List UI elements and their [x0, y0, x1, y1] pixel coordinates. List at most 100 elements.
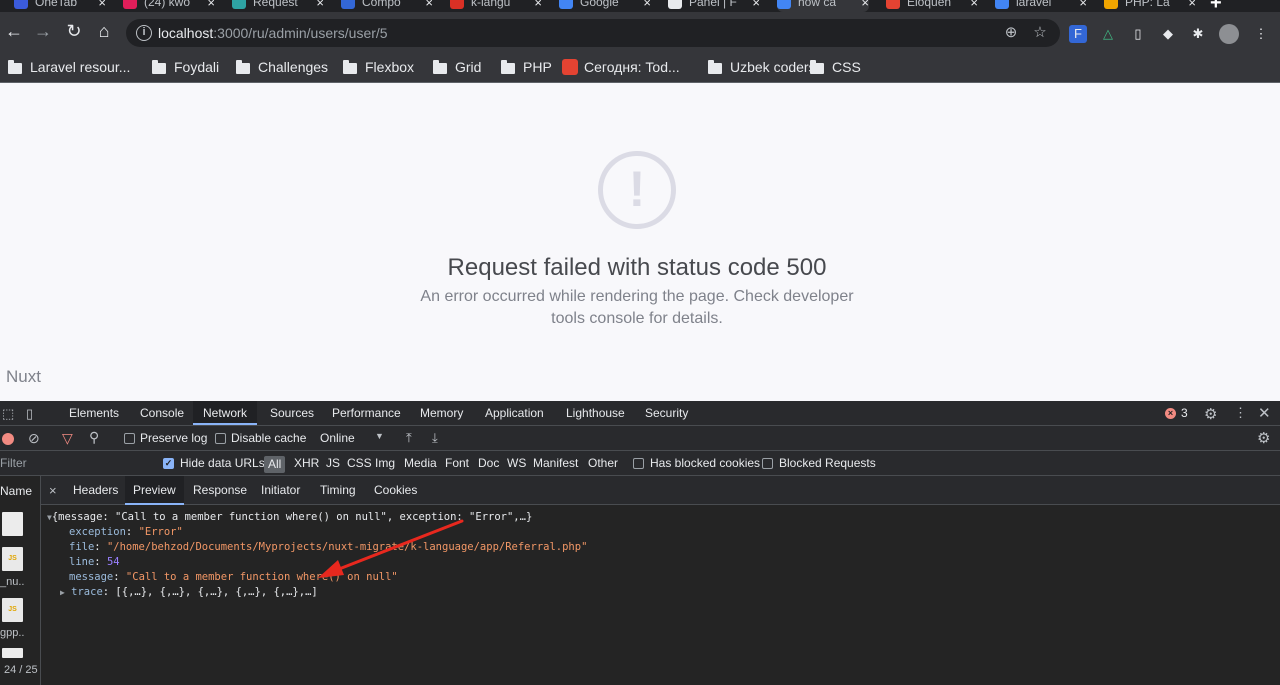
- devtools-tab-elements[interactable]: Elements: [69, 401, 119, 425]
- devtools-tab-memory[interactable]: Memory: [420, 401, 463, 425]
- gem-extension-icon[interactable]: ◆: [1159, 25, 1177, 43]
- devtools-tab-console[interactable]: Console: [140, 401, 184, 425]
- clear-icon[interactable]: ⊘: [28, 430, 40, 447]
- bookmark-item[interactable]: Сегодня: Tod...: [562, 57, 680, 77]
- tab-close-icon[interactable]: ×: [316, 0, 324, 10]
- browser-tab[interactable]: PHP: La ×: [1104, 0, 1196, 12]
- devtools-settings-icon[interactable]: ⚙: [1204, 405, 1217, 423]
- address-bar[interactable]: i localhost:3000/ru/admin/users/user/5 ⊕…: [126, 19, 1060, 47]
- tab-close-icon[interactable]: ×: [425, 0, 433, 10]
- vue-devtools-icon[interactable]: △: [1099, 25, 1117, 43]
- throttle-select[interactable]: Online: [320, 431, 355, 445]
- tab-close-icon[interactable]: ×: [1188, 0, 1196, 10]
- tab-close-icon[interactable]: ×: [534, 0, 542, 10]
- error-counter[interactable]: × 3: [1165, 406, 1188, 420]
- inspect-element-icon[interactable]: ⬚: [2, 406, 14, 422]
- bookmark-item[interactable]: Challenges: [236, 57, 328, 77]
- chevron-down-icon[interactable]: ▼: [375, 431, 384, 441]
- devtools-tab-performance[interactable]: Performance: [332, 401, 401, 425]
- home-icon[interactable]: ⌂: [93, 20, 115, 42]
- type-filter-manifest[interactable]: Manifest: [533, 456, 578, 470]
- back-icon[interactable]: ←: [3, 20, 25, 42]
- detail-tab-timing[interactable]: Timing: [320, 476, 356, 505]
- filter-funnel-icon[interactable]: ▽: [62, 430, 73, 447]
- request-name[interactable]: _nu..: [0, 576, 40, 588]
- type-filter-font[interactable]: Font: [445, 456, 469, 470]
- reload-icon[interactable]: ↻: [63, 20, 85, 42]
- browser-tab[interactable]: how ca ×: [777, 0, 869, 12]
- detail-tab-preview[interactable]: Preview: [125, 476, 184, 505]
- js-file-icon[interactable]: JS: [2, 598, 23, 622]
- network-settings-icon[interactable]: ⚙: [1257, 429, 1270, 447]
- type-filter-all[interactable]: All: [264, 456, 286, 473]
- device-toolbar-icon[interactable]: ▯: [26, 406, 33, 422]
- browser-tab[interactable]: Panel | F ×: [668, 0, 760, 12]
- close-detail-icon[interactable]: ×: [49, 476, 57, 505]
- json-row-trace[interactable]: ▶ trace: [{,…}, {,…}, {,…}, {,…}, {,…},……: [60, 586, 318, 598]
- devtools-tab-sources[interactable]: Sources: [270, 401, 314, 425]
- document-file-icon[interactable]: [2, 648, 23, 658]
- zoom-icon[interactable]: ⊕: [1002, 24, 1020, 42]
- type-filter-js[interactable]: JS: [326, 456, 340, 470]
- disable-cache-checkbox[interactable]: [215, 433, 226, 444]
- expand-triangle-icon[interactable]: ▶: [60, 588, 65, 597]
- type-filter-doc[interactable]: Doc: [478, 456, 499, 470]
- bookmark-item[interactable]: Foydali: [152, 57, 219, 77]
- browser-tab[interactable]: OneTab ×: [14, 0, 106, 12]
- type-filter-media[interactable]: Media: [404, 456, 437, 470]
- js-file-icon[interactable]: JS: [2, 547, 23, 571]
- detail-tab-initiator[interactable]: Initiator: [261, 476, 300, 505]
- browser-tab[interactable]: laravel ×: [995, 0, 1087, 12]
- type-filter-css[interactable]: CSS: [347, 456, 372, 470]
- forward-icon[interactable]: →: [32, 20, 54, 42]
- extension-icon-1[interactable]: F: [1069, 25, 1087, 43]
- site-info-icon[interactable]: i: [136, 25, 152, 41]
- json-root-row[interactable]: ▼{message: "Call to a member function wh…: [47, 511, 532, 523]
- bookmark-star-icon[interactable]: ☆: [1031, 24, 1049, 42]
- devtools-tab-security[interactable]: Security: [645, 401, 688, 425]
- devtools-more-icon[interactable]: ⋮: [1234, 405, 1247, 421]
- blocked-requests-checkbox[interactable]: [762, 458, 773, 469]
- tab-close-icon[interactable]: ×: [98, 0, 106, 10]
- devtools-tab-network[interactable]: Network: [193, 401, 258, 425]
- type-filter-ws[interactable]: WS: [507, 456, 526, 470]
- record-icon[interactable]: [2, 433, 14, 445]
- has-blocked-cookies-checkbox[interactable]: [633, 458, 644, 469]
- search-icon[interactable]: ⚲: [89, 429, 99, 446]
- type-filter-xhr[interactable]: XHR: [294, 456, 319, 470]
- bookmark-item[interactable]: Uzbek coders: [708, 57, 816, 77]
- hide-data-urls-checkbox[interactable]: ✓: [163, 458, 174, 469]
- bookmark-item[interactable]: Grid: [433, 57, 481, 77]
- tab-close-icon[interactable]: ×: [861, 0, 869, 10]
- menu-kebab-icon[interactable]: ⋮: [1252, 25, 1270, 43]
- profile-avatar[interactable]: [1219, 24, 1239, 44]
- device-icon[interactable]: ▯: [1129, 25, 1147, 43]
- bookmark-item[interactable]: PHP: [501, 57, 552, 77]
- devtools-tab-lighthouse[interactable]: Lighthouse: [566, 401, 625, 425]
- detail-tab-response[interactable]: Response: [193, 476, 247, 505]
- preserve-log-checkbox[interactable]: [124, 433, 135, 444]
- browser-tab[interactable]: (24) kwo ×: [123, 0, 215, 12]
- devtools-tab-application[interactable]: Application: [485, 401, 544, 425]
- bookmark-item[interactable]: Laravel resour...: [8, 57, 130, 77]
- name-column-header[interactable]: Name: [0, 484, 32, 498]
- browser-tab[interactable]: Compo ×: [341, 0, 433, 12]
- browser-tab[interactable]: Eloquen ×: [886, 0, 978, 12]
- request-name[interactable]: gpp..: [0, 627, 40, 639]
- browser-tab[interactable]: Request ×: [232, 0, 324, 12]
- browser-tab[interactable]: k-langu ×: [450, 0, 542, 12]
- type-filter-other[interactable]: Other: [588, 456, 618, 470]
- devtools-close-icon[interactable]: ✕: [1258, 404, 1271, 422]
- tab-close-icon[interactable]: ×: [207, 0, 215, 10]
- type-filter-img[interactable]: Img: [375, 456, 395, 470]
- extensions-puzzle-icon[interactable]: ✱: [1189, 25, 1207, 43]
- filter-input[interactable]: Filter: [0, 456, 27, 470]
- document-file-icon[interactable]: [2, 512, 23, 536]
- tab-close-icon[interactable]: ×: [643, 0, 651, 10]
- tab-close-icon[interactable]: ×: [1079, 0, 1087, 10]
- url-text[interactable]: localhost:3000/ru/admin/users/user/5: [158, 25, 388, 41]
- bookmark-item[interactable]: Flexbox: [343, 57, 414, 77]
- export-har-icon[interactable]: ⤓: [432, 430, 438, 446]
- tab-close-icon[interactable]: ×: [752, 0, 760, 10]
- tab-close-icon[interactable]: ×: [970, 0, 978, 10]
